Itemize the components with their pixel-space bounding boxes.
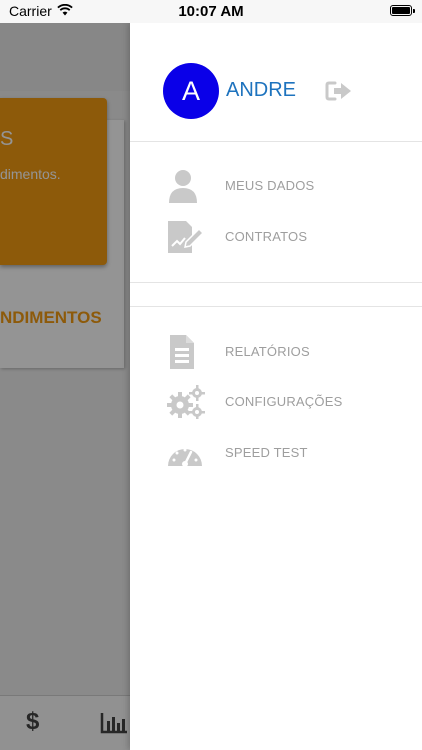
gears-icon: [167, 385, 205, 419]
menu-item-speed-test[interactable]: SPEED TEST: [130, 433, 422, 473]
logout-icon[interactable]: [325, 81, 353, 101]
side-drawer: A ANDRE MEUS DADOS CONTRATOS RELATÓRIOS: [130, 23, 422, 750]
battery-icon: [390, 5, 412, 16]
menu-item-relatorios[interactable]: RELATÓRIOS: [130, 332, 422, 372]
menu-item-contratos[interactable]: CONTRATOS: [130, 217, 422, 257]
status-time: 10:07 AM: [178, 3, 244, 20]
menu-item-meus-dados[interactable]: MEUS DADOS: [130, 166, 422, 206]
report-icon: [170, 335, 194, 369]
contract-edit-icon: [168, 221, 205, 253]
user-icon: [169, 170, 197, 203]
divider: [130, 141, 422, 142]
divider: [130, 282, 422, 283]
divider: [130, 306, 422, 307]
menu-item-label: RELATÓRIOS: [225, 344, 310, 359]
menu-item-label: SPEED TEST: [225, 445, 308, 460]
speedometer-icon: [168, 448, 202, 467]
status-bar: Carrier 10:07 AM: [0, 0, 422, 23]
avatar[interactable]: A: [163, 63, 219, 119]
menu-item-configuracoes[interactable]: CONFIGURAÇÕES: [130, 382, 422, 422]
user-name[interactable]: ANDRE: [226, 79, 296, 102]
menu-item-label: CONFIGURAÇÕES: [225, 394, 343, 409]
menu-item-label: MEUS DADOS: [225, 178, 315, 193]
menu-item-label: CONTRATOS: [225, 229, 308, 244]
dim-overlay[interactable]: [0, 23, 130, 750]
battery-tip: [413, 9, 415, 13]
